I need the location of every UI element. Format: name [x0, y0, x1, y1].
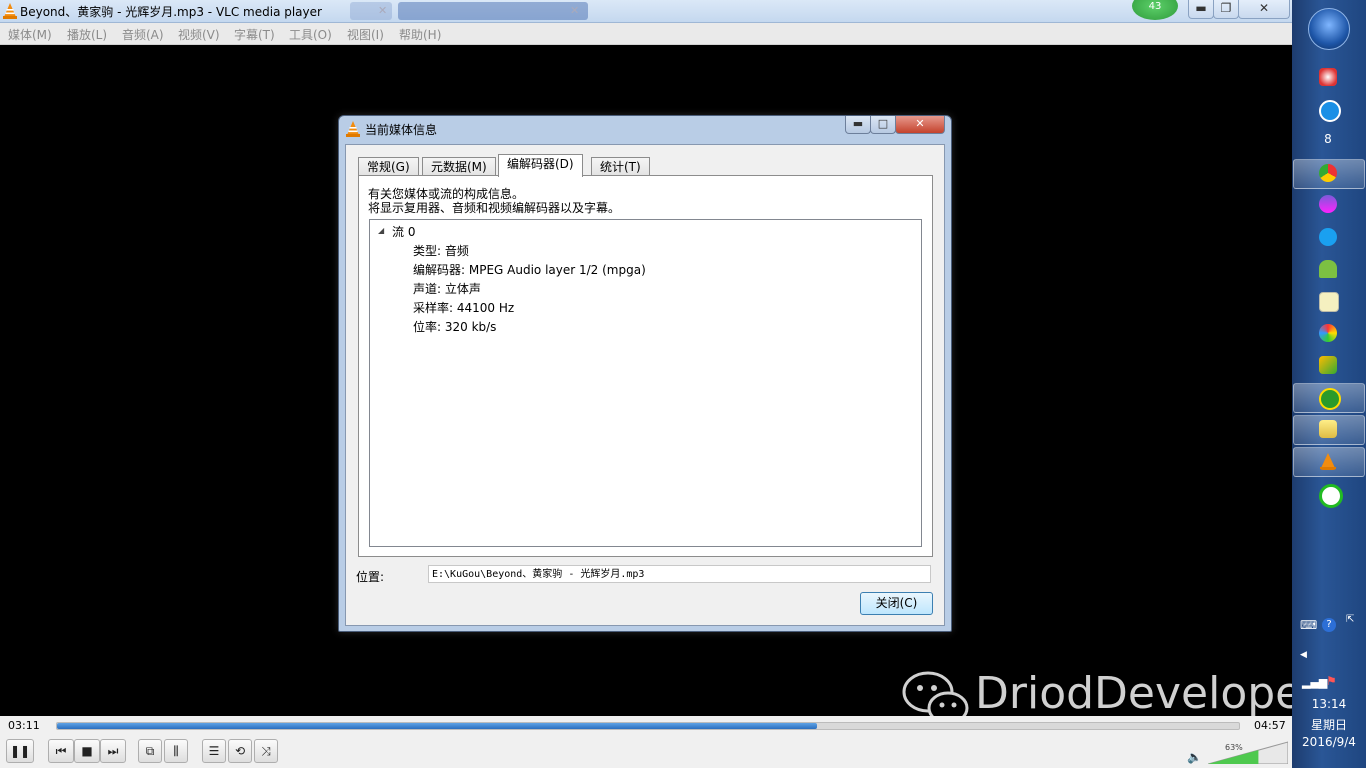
menu-help[interactable]: 帮助(H) [399, 26, 441, 43]
media-info-dialog: 当前媒体信息 ▬ □ ✕ 常规(G) 元数据(M) 编解码器(D) 统计(T) … [338, 115, 952, 632]
close-icon[interactable]: ✕ [570, 4, 579, 17]
app-icon-1[interactable] [1319, 68, 1337, 86]
location-label: 位置: [356, 570, 385, 584]
clock-weekday[interactable]: 星期日 [1292, 716, 1366, 733]
vlc-taskbar-icon[interactable] [1319, 452, 1337, 470]
volume-slider[interactable] [1208, 740, 1288, 764]
vlc-cone-icon [346, 121, 360, 137]
close-icon[interactable]: ✕ [378, 4, 387, 17]
folder-icon[interactable] [1319, 420, 1337, 438]
menu-subtitle[interactable]: 字幕(T) [234, 26, 275, 43]
location-field[interactable]: E:\KuGou\Beyond、黄家驹 - 光辉岁月.mp3 [428, 565, 931, 583]
next-icon[interactable]: ⏭ [100, 739, 126, 763]
close-window-button[interactable]: ✕ [1238, 0, 1290, 19]
watermark-text: DriodDeveloper [975, 668, 1321, 719]
total-time[interactable]: 04:57 [1254, 719, 1286, 732]
stream-bitrate: 位率: 320 kb/s [413, 320, 497, 334]
vlc-cone-icon [3, 3, 17, 19]
equalizer-icon[interactable]: ⫼ [164, 739, 188, 763]
loop-icon[interactable]: ⟲ [228, 739, 252, 763]
shuffle-icon[interactable]: ⤨ [254, 739, 278, 763]
action-center-icon[interactable]: ⚑ [1326, 674, 1337, 688]
elapsed-time: 03:11 [8, 719, 40, 732]
keyboard-icon[interactable]: ⌨ [1300, 618, 1317, 632]
menu-video[interactable]: 视频(V) [178, 26, 220, 43]
media-icon[interactable] [1319, 324, 1337, 342]
expand-arrow-icon[interactable]: ◢ [378, 226, 384, 235]
restore-icon[interactable]: ⇱ [1346, 614, 1354, 625]
tray-expand-icon[interactable]: ◀ [1300, 650, 1307, 660]
app-icon-10[interactable] [1319, 356, 1337, 374]
clock-time[interactable]: 13:14 [1292, 697, 1366, 711]
stream-type: 类型: 音频 [413, 244, 469, 258]
fullscreen-icon[interactable]: ⧉ [138, 739, 162, 763]
pause-button[interactable]: ❚❚ [6, 739, 34, 763]
stream-tree[interactable]: ◢ 流 0 类型: 音频 编解码器: MPEG Audio layer 1/2 … [369, 219, 922, 547]
maximize-button[interactable]: ❐ [1213, 0, 1239, 19]
speaker-icon[interactable]: 🔈 [1187, 750, 1202, 764]
playlist-icon[interactable]: ☰ [202, 739, 226, 763]
menu-view[interactable]: 视图(I) [347, 26, 384, 43]
dialog-title: 当前媒体信息 [365, 123, 438, 137]
title-bar: Beyond、黄家驹 - 光辉岁月.mp3 - VLC media player… [0, 0, 1292, 23]
stop-icon[interactable]: ■ [74, 739, 100, 763]
description-line: 将显示复用器、音频和视频编解码器以及字幕。 [368, 201, 621, 215]
minimize-button[interactable]: ▬ [1188, 0, 1214, 19]
app-icon-2[interactable] [1319, 100, 1341, 122]
seek-progress-fill [57, 723, 818, 729]
stream-channels: 声道: 立体声 [413, 282, 481, 296]
menu-audio[interactable]: 音频(A) [122, 26, 164, 43]
background-window-tab[interactable] [398, 2, 588, 20]
close-button[interactable]: 关闭(C) [860, 592, 933, 615]
volume-percent: 63% [1225, 743, 1243, 752]
dialog-minimize-button[interactable]: ▬ [845, 116, 871, 134]
start-button[interactable] [1308, 8, 1350, 50]
menu-playback[interactable]: 播放(L) [67, 26, 107, 43]
app-icon-3[interactable]: 8 [1319, 132, 1337, 150]
dialog-maximize-button[interactable]: □ [870, 116, 896, 134]
tab-statistics[interactable]: 统计(T) [591, 157, 650, 176]
window-title: Beyond、黄家驹 - 光辉岁月.mp3 - VLC media player [20, 5, 322, 19]
tab-codec[interactable]: 编解码器(D) [498, 154, 583, 177]
seek-slider[interactable] [56, 722, 1240, 730]
menu-media[interactable]: 媒体(M) [8, 26, 52, 43]
previous-icon[interactable]: ⏮ [48, 739, 74, 763]
stream-sample-rate: 采样率: 44100 Hz [413, 301, 515, 315]
app-icon-15[interactable] [1319, 484, 1343, 508]
app-icon-11[interactable] [1319, 388, 1341, 410]
dialog-body: 常规(G) 元数据(M) 编解码器(D) 统计(T) 有关您媒体或流的构成信息。… [345, 144, 945, 626]
stream-node[interactable]: 流 0 [392, 223, 415, 240]
chrome-icon[interactable] [1319, 164, 1337, 182]
menu-bar: 媒体(M) 播放(L) 音频(A) 视频(V) 字幕(T) 工具(O) 视图(I… [0, 23, 1292, 45]
stream-codec: 编解码器: MPEG Audio layer 1/2 (mpga) [413, 263, 646, 277]
notification-badge[interactable]: 43 [1132, 0, 1178, 20]
app-icon-5[interactable] [1319, 195, 1337, 213]
tab-general[interactable]: 常规(G) [358, 157, 419, 176]
control-bar [0, 734, 1292, 768]
menu-tools[interactable]: 工具(O) [289, 26, 332, 43]
network-icon[interactable]: ▂▄▆ [1302, 676, 1327, 689]
notepad-icon[interactable] [1319, 292, 1339, 312]
help-icon[interactable]: ? [1322, 618, 1336, 632]
dialog-close-button[interactable]: ✕ [895, 116, 945, 134]
tab-metadata[interactable]: 元数据(M) [422, 157, 496, 176]
browser-icon[interactable] [1319, 228, 1337, 246]
codec-panel: 有关您媒体或流的构成信息。 将显示复用器、音频和视频编解码器以及字幕。 ◢ 流 … [358, 175, 933, 557]
clock-date[interactable]: 2016/9/4 [1292, 735, 1366, 749]
android-icon[interactable] [1319, 260, 1337, 278]
